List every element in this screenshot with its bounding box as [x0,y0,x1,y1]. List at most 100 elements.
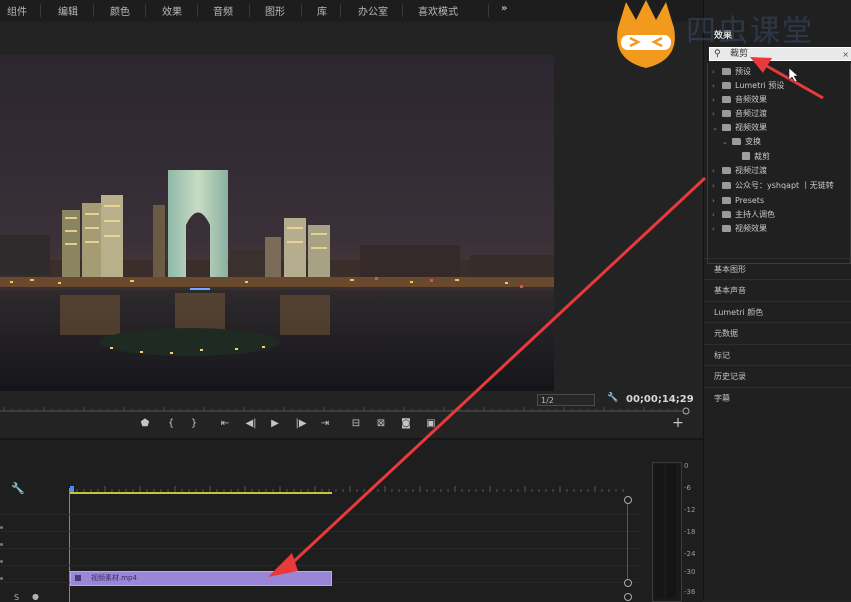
scroll-handle-icon[interactable] [624,579,632,587]
go-to-out-icon[interactable]: ⇥ [316,418,334,429]
meter-channel-left [655,464,664,598]
solo-track-label[interactable]: S [14,593,19,602]
effect-icon [742,152,750,160]
lift-icon[interactable]: ⊟ [347,418,365,429]
panel-essential-sound[interactable]: 基本声音 [704,279,851,300]
chevron-right-icon[interactable]: › [712,194,722,208]
panel-essential-graphics[interactable]: 基本图形 [704,258,851,279]
compare-icon[interactable]: ▣ [422,418,440,429]
panel-markers[interactable]: 标记 [704,344,851,365]
workspace-overflow-button[interactable]: » [501,3,507,14]
vertical-scrollbar[interactable] [627,504,628,580]
chevron-right-icon[interactable]: › [712,65,722,79]
tree-item-presets[interactable]: › 预设 [712,65,751,79]
timeline-panel: 🔧 S ● 视频素材.mp4 [0,438,703,602]
workspace-tab-libraries[interactable]: 库 [317,3,327,18]
folder-icon [722,211,731,218]
workspace-tab-assembly[interactable]: 组件 [7,3,27,18]
divider [145,4,146,17]
timeline-track[interactable] [0,515,640,532]
chevron-right-icon[interactable]: › [712,179,722,193]
extract-icon[interactable]: ⊠ [372,418,390,429]
divider [40,4,41,17]
tree-item-audio-effects[interactable]: › 音频效果 [712,93,767,107]
db-label: -36 [684,588,696,596]
panel-captions[interactable]: 字幕 [704,387,851,408]
tree-item-audio-transitions[interactable]: › 音频过渡 [712,107,767,121]
folder-icon [722,110,731,117]
workspace-tab-editing[interactable]: 编辑 [58,3,78,18]
panel-lumetri-color[interactable]: Lumetri 颜色 [704,301,851,322]
effects-panel: 效果 ⚲ 裁剪 × › 预设 › Lumetri 预设 › 音频效果 › 音频过渡 ⌄ 视… [703,0,851,600]
watermark-logo-icon [617,0,675,68]
go-to-in-icon[interactable]: ⇤ [216,418,234,429]
timeline-ruler[interactable] [70,486,625,496]
wrench-icon[interactable]: 🔧 [607,393,618,403]
divider [488,4,489,17]
divider [197,4,198,17]
effects-tree: › 预设 › Lumetri 预设 › 音频效果 › 音频过渡 ⌄ 视频效果 ⌄ 变换 裁剪… [707,63,851,264]
play-icon[interactable]: ▶ [266,418,284,429]
tree-item-public-account[interactable]: › 公众号：yshqapt 丨无链转 [712,179,850,193]
db-label: -12 [684,506,696,514]
folder-icon [722,225,731,232]
add-marker-icon[interactable]: ⬟ [136,418,154,429]
tree-item-video-effects[interactable]: ⌄ 视频效果 [712,121,767,135]
step-forward-icon[interactable]: |▶ [292,418,310,429]
folder-icon [722,182,731,189]
workspace-tab-effects[interactable]: 效果 [162,3,182,18]
tree-item-lumetri-presets[interactable]: › Lumetri 预设 [712,79,784,93]
timeline-track[interactable] [0,532,640,549]
tree-item-transform[interactable]: ⌄ 变换 [722,135,761,149]
chevron-down-icon[interactable]: ⌄ [722,135,732,149]
video-clip[interactable]: 视频素材.mp4 [70,571,332,586]
db-label: -24 [684,550,696,558]
chevron-down-icon[interactable]: ⌄ [712,121,722,135]
add-button-icon[interactable]: + [669,415,687,431]
playback-resolution-select[interactable]: 1/2 [537,394,595,406]
tree-item-presets-folder[interactable]: › Presets [712,194,764,208]
chevron-right-icon[interactable]: › [712,208,722,222]
divider [249,4,250,17]
db-label: -18 [684,528,696,536]
meter-channel-right [667,464,676,598]
timeline-track[interactable] [0,498,640,515]
night-skyline-frame [0,55,554,391]
tree-item-video-effects-2[interactable]: › 视频效果 [712,222,767,236]
workspace-tab-graphics[interactable]: 图形 [265,3,285,18]
chevron-right-icon[interactable]: › [712,164,722,178]
panel-metadata[interactable]: 元数据 [704,322,851,343]
workspace-tab-office[interactable]: 办公室 [358,3,388,18]
folder-icon [732,138,741,145]
clip-fx-badge-icon [75,575,81,581]
folder-icon [722,82,731,89]
chevron-right-icon[interactable]: › [712,79,722,93]
audio-meter: 0 -6 -12 -18 -24 -30 -36 [640,460,703,602]
workspace-tab-color[interactable]: 颜色 [110,3,130,18]
chevron-right-icon[interactable]: › [712,93,722,107]
workspace-tab-favorite[interactable]: 喜欢模式 [418,3,458,18]
tree-item-video-transitions[interactable]: › 视频过渡 [712,164,767,178]
timeline-settings-wrench-icon[interactable]: 🔧 [11,482,25,495]
workspace-tab-audio[interactable]: 音频 [213,3,233,18]
chevron-right-icon[interactable]: › [712,107,722,121]
clip-name: 视频素材.mp4 [91,574,137,582]
playhead-timecode[interactable]: 00;00;14;29 [626,394,694,405]
folder-icon [722,124,731,131]
tree-item-host-color[interactable]: › 主持人调色 [712,208,775,222]
clear-search-icon[interactable]: × [842,48,849,61]
mark-in-icon[interactable]: { [162,418,180,429]
workspace-bar: 组件 编辑 颜色 效果 音频 图形 库 办公室 喜欢模式 » [0,0,703,23]
chevron-right-icon[interactable]: › [712,222,722,236]
export-frame-icon[interactable]: ◙ [397,418,415,429]
panel-history[interactable]: 历史记录 [704,365,851,386]
scroll-handle-icon[interactable] [624,496,632,504]
monitor-scrub-ruler[interactable] [0,406,690,416]
step-back-icon[interactable]: ◀| [242,418,260,429]
mark-out-icon[interactable]: } [185,418,203,429]
divider [340,4,341,17]
tree-item-crop[interactable]: 裁剪 [742,150,770,164]
watermark-text: 四虫课堂 [686,14,814,49]
divider [93,4,94,17]
timeline-track[interactable] [0,549,640,566]
